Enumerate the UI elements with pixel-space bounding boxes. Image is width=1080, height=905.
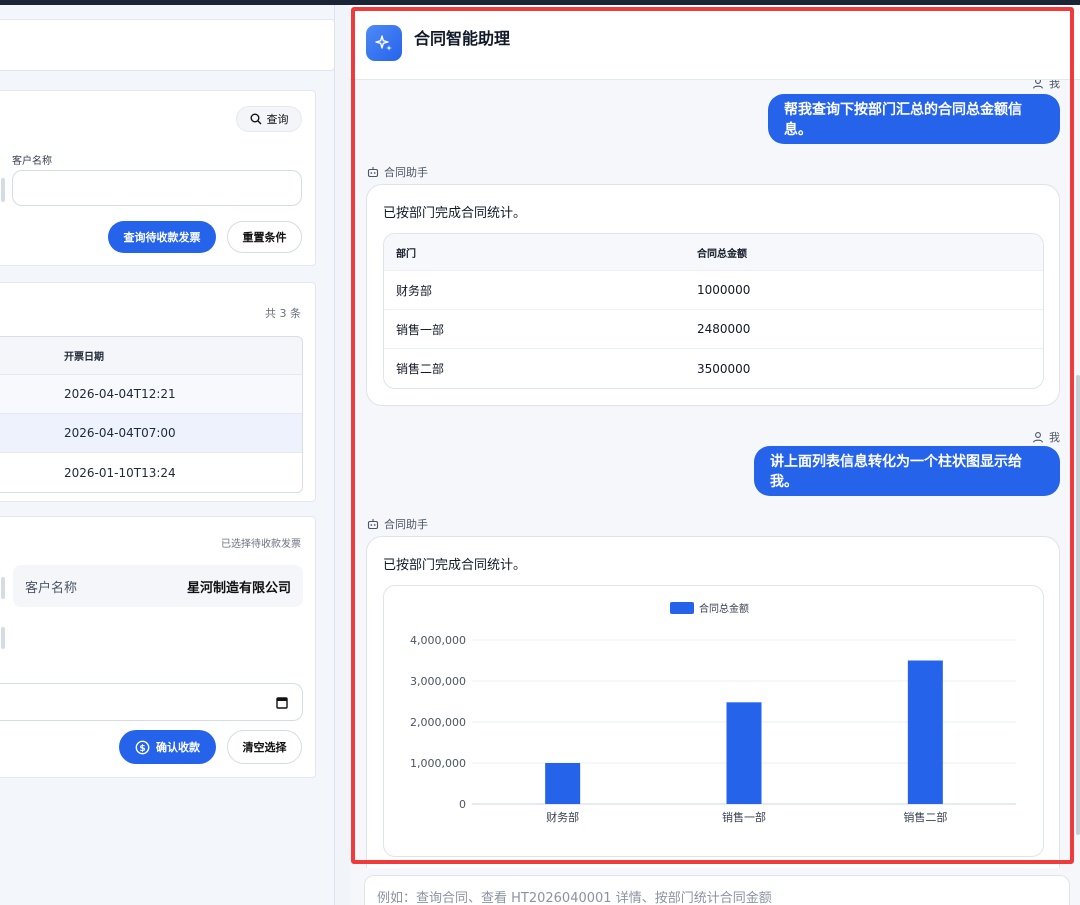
- table-row: 销售二部 3500000: [384, 349, 1043, 388]
- bar-chart: 0 1,000,000 2,000,000 3,000,000 4,000,000 合同总…: [383, 585, 1044, 857]
- x-tick-label: 销售一部: [722, 810, 766, 824]
- dollar-icon: $: [135, 740, 150, 754]
- table-cell: 财务部: [396, 283, 433, 298]
- user-label: 我: [1032, 80, 1060, 91]
- bar: [545, 763, 581, 804]
- user-name: 我: [1049, 80, 1060, 90]
- field-edge: [1, 627, 5, 649]
- y-tick-label: 4,000,000: [410, 634, 466, 647]
- x-tick-label: 财务部: [546, 810, 579, 824]
- chat-title: 合同智能助理: [414, 29, 511, 48]
- table-row[interactable]: 2026-01-10T13:24: [0, 453, 302, 492]
- user-icon: [1033, 80, 1043, 89]
- sparkle-icon: [375, 35, 392, 51]
- x-tick-label: 销售二部: [903, 810, 947, 824]
- message-list: 我 帮我查询下按部门汇总的合同总金额信息。 合同助手 已按部门完成合同统计。 部…: [350, 80, 1080, 868]
- reset-button[interactable]: 重置条件: [227, 221, 302, 253]
- assistant-label: 合同助手: [367, 164, 428, 180]
- customer-name-input[interactable]: [12, 170, 302, 206]
- chat-header: 合同智能助理: [350, 5, 1080, 80]
- table-cell: 1000000: [697, 283, 751, 297]
- query-button[interactable]: 查询: [236, 106, 302, 132]
- user-message: 讲上面列表信息转化为一个柱状图显示给我。: [754, 446, 1060, 496]
- confirm-receipt-label: 确认收款: [156, 741, 200, 754]
- assistant-label: 合同助手: [367, 516, 428, 532]
- user-label: 我: [1032, 429, 1060, 445]
- customer-key: 客户名称: [25, 580, 78, 596]
- table-row: 销售一部 2480000: [384, 310, 1043, 349]
- confirm-receipt-button[interactable]: $ 确认收款: [119, 730, 216, 764]
- assistant-message: 已按部门完成合同统计。 部门 合同总金额 财务部 1000000 销售一部 24…: [366, 184, 1060, 406]
- result-table: 部门 合同总金额 财务部 1000000 销售一部 2480000 销售二部 3…: [383, 233, 1044, 389]
- table-row[interactable]: 2026-04-04T07:00: [0, 414, 302, 453]
- calendar-icon[interactable]: [276, 696, 288, 709]
- field-edge: [1, 178, 5, 202]
- assistant-message-text: 已按部门完成合同统计。: [383, 206, 527, 221]
- table-row[interactable]: 2026-04-04T12:21: [0, 375, 302, 414]
- table-cell: 销售二部: [396, 362, 445, 376]
- y-tick-label: 2,000,000: [410, 716, 466, 729]
- receipt-card: 已选择待收款发票 客户名称 星河制造有限公司 $ 确认收款 清空选择: [0, 516, 316, 778]
- customer-value: 星河制造有限公司: [186, 580, 291, 596]
- customer-name-label: 客户名称: [12, 156, 52, 167]
- table-row: 财务部 1000000: [384, 271, 1043, 310]
- legend-swatch: [670, 602, 694, 614]
- panel-header: [0, 19, 334, 71]
- search-icon: [250, 113, 261, 125]
- bar: [907, 660, 943, 804]
- clear-selection-button[interactable]: 清空选择: [227, 730, 302, 764]
- user-name: 我: [1049, 431, 1060, 444]
- table-cell: 2480000: [697, 322, 751, 336]
- assistant-logo: [366, 25, 402, 61]
- column-header: 部门: [396, 248, 416, 260]
- legend-label: 合同总金额: [699, 602, 749, 615]
- record-count: 共 3 条: [265, 307, 301, 320]
- robot-icon: [367, 167, 379, 178]
- user-icon: [1033, 432, 1043, 443]
- assistant-name: 合同助手: [384, 518, 428, 531]
- robot-icon: [367, 519, 379, 530]
- assistant-message: 已按部门完成合同统计。 0 1,000,000 2,000,000 3,000,000…: [366, 536, 1060, 868]
- search-card: 查询 客户名称 查询待收款发票 重置条件: [0, 90, 316, 266]
- invoice-date-header: 开票日期: [0, 337, 302, 375]
- y-tick-label: 0: [459, 798, 466, 811]
- query-pending-invoices-button[interactable]: 查询待收款发票: [108, 221, 216, 253]
- invoice-list-card: 共 3 条 开票日期 2026-04-04T12:21 2026-04-04T0…: [0, 282, 316, 502]
- customer-summary: 客户名称 星河制造有限公司: [13, 565, 303, 607]
- scrollbar[interactable]: [1076, 375, 1080, 835]
- table-header-row: 部门 合同总金额: [384, 234, 1043, 271]
- invoice-panel: 查询 客户名称 查询待收款发票 重置条件 共 3 条 开票日期 2026-04-…: [0, 5, 335, 905]
- invoice-table: 开票日期 2026-04-04T12:21 2026-04-04T07:00 2…: [0, 336, 303, 493]
- bar: [726, 702, 762, 804]
- y-tick-label: 1,000,000: [410, 757, 466, 770]
- svg-text:$: $: [139, 744, 145, 754]
- column-header: 合同总金额: [697, 248, 747, 260]
- chat-input[interactable]: 例如：查询合同、查看 HT2026040001 详情、按部门统计合同金额: [364, 875, 1070, 905]
- assistant-panel: 合同智能助理 我 帮我查询下按部门汇总的合同总金额信息。 合同助手 已按部门完成…: [350, 5, 1080, 905]
- y-tick-label: 3,000,000: [410, 675, 466, 688]
- assistant-name: 合同助手: [384, 166, 428, 179]
- assistant-message-text: 已按部门完成合同统计。: [383, 558, 527, 573]
- table-cell: 3500000: [697, 361, 751, 376]
- selected-invoice-note: 已选择待收款发票: [221, 539, 301, 550]
- field-edge: [1, 577, 5, 599]
- table-cell: 销售一部: [396, 322, 445, 337]
- bar-chart-svg: 0 1,000,000 2,000,000 3,000,000 4,000,000 合同总…: [410, 602, 1016, 824]
- receipt-date-input[interactable]: [0, 683, 303, 721]
- user-message: 帮我查询下按部门汇总的合同总金额信息。: [768, 94, 1060, 144]
- query-button-label: 查询: [266, 113, 289, 126]
